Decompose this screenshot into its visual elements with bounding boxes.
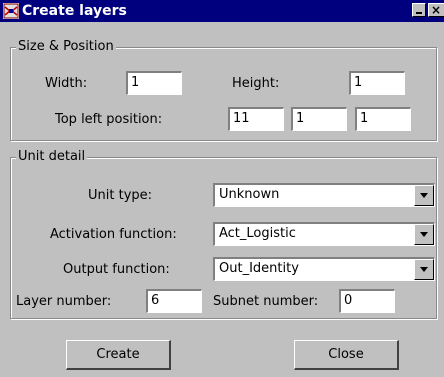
position-y-field[interactable]: 1 <box>291 107 347 131</box>
output-function-select[interactable]: Out_Identity <box>213 257 435 281</box>
layer-number-label: Layer number: <box>16 294 112 309</box>
subnet-number-field[interactable]: 0 <box>339 289 395 313</box>
close-button[interactable]: × <box>428 3 444 17</box>
height-label: Height: <box>232 76 280 91</box>
create-layers-dialog: Create layers × Size & Position Width: 1… <box>0 0 444 377</box>
chevron-down-icon <box>420 193 428 198</box>
app-icon <box>3 3 19 19</box>
unit-type-label: Unit type: <box>88 188 153 203</box>
size-position-legend: Size & Position <box>16 39 116 55</box>
position-x-field[interactable]: 11 <box>228 107 284 131</box>
minimize-button[interactable] <box>412 3 426 17</box>
minimize-icon <box>416 12 422 14</box>
unit-type-select[interactable]: Unknown <box>213 183 435 207</box>
close-dialog-button[interactable]: Close <box>294 340 399 370</box>
top-left-position-label: Top left position: <box>55 112 163 127</box>
subnet-number-label: Subnet number: <box>213 294 319 309</box>
output-function-dropdown-button[interactable] <box>414 259 434 280</box>
layer-number-field[interactable]: 6 <box>146 289 202 313</box>
activation-function-value: Act_Logistic <box>219 226 296 241</box>
unit-type-value: Unknown <box>219 187 280 202</box>
title-bar[interactable]: Create layers × <box>0 0 444 22</box>
activation-function-select[interactable]: Act_Logistic <box>213 222 435 246</box>
chevron-down-icon <box>420 267 428 272</box>
position-z-field[interactable]: 1 <box>355 107 411 131</box>
output-function-value: Out_Identity <box>219 261 299 276</box>
window-title: Create layers <box>22 3 127 19</box>
close-icon: × <box>431 3 442 17</box>
output-function-label: Output function: <box>63 262 170 277</box>
width-label: Width: <box>45 76 88 91</box>
width-field[interactable]: 1 <box>126 71 182 95</box>
create-button[interactable]: Create <box>66 340 171 370</box>
activation-function-label: Activation function: <box>50 227 177 242</box>
unit-type-dropdown-button[interactable] <box>414 185 434 206</box>
height-field[interactable]: 1 <box>349 71 405 95</box>
activation-function-dropdown-button[interactable] <box>414 224 434 245</box>
unit-detail-legend: Unit detail <box>16 149 88 165</box>
chevron-down-icon <box>420 232 428 237</box>
